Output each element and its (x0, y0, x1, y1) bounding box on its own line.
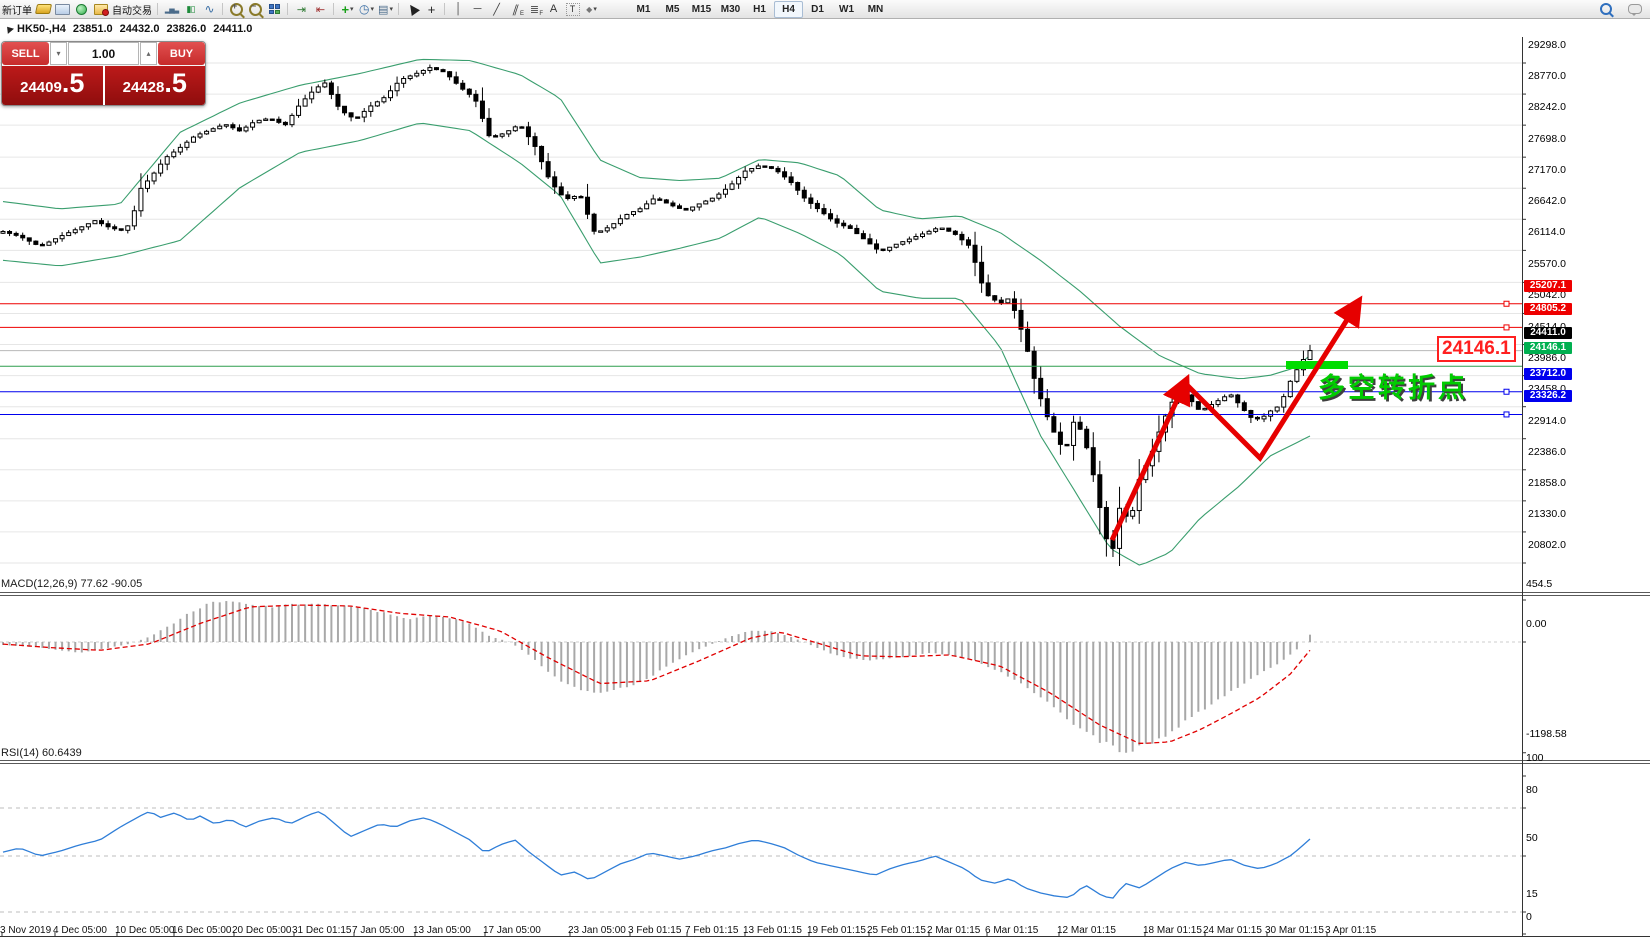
signals-icon[interactable] (72, 1, 91, 17)
new-order-button[interactable]: 新订单 (0, 2, 34, 17)
toolbar-separator (444, 3, 446, 15)
tab-timeframe-D1[interactable]: D1 (803, 1, 832, 18)
tab-timeframe-M30[interactable]: M30 (716, 1, 745, 18)
chat-icon[interactable] (1625, 1, 1644, 17)
buy-price-int: 24428 (122, 79, 165, 96)
mt4-terminal-window: 新订单 自动交易 M1M5M15M30H1H4D1W1MN (0, 0, 1650, 943)
timeframe-toolbar: M1 M5 M15 M30 H1 H4 D1 W1 MN (629, 0, 890, 18)
tab-timeframe-M5[interactable]: M5 (658, 1, 687, 18)
toolbar-separator (222, 3, 224, 15)
channel-icon[interactable] (506, 1, 525, 17)
cursor-icon[interactable] (403, 1, 422, 17)
tab-timeframe-M1[interactable]: M1 (629, 1, 658, 18)
toolbar-separator (398, 3, 400, 15)
publish-chart-icon[interactable] (53, 1, 72, 17)
autotrading-icon[interactable] (91, 1, 110, 17)
sell-price[interactable]: 24409.5 (2, 66, 103, 105)
trendline-icon[interactable] (487, 1, 506, 17)
text-icon[interactable] (544, 1, 563, 17)
tab-timeframe-MN[interactable]: MN (861, 1, 890, 18)
zoom-out-icon[interactable] (246, 1, 265, 17)
zoom-in-icon[interactable] (227, 1, 246, 17)
templates-icon[interactable] (376, 1, 395, 17)
toolbar-separator (287, 3, 289, 15)
buy-price[interactable]: 24428.5 (104, 66, 205, 105)
crosshair-icon[interactable] (422, 1, 441, 17)
chart-canvas[interactable] (0, 18, 1650, 943)
vertical-line-icon[interactable] (449, 1, 468, 17)
auto-scroll-icon[interactable] (292, 1, 311, 17)
toolbar-separator (333, 3, 335, 15)
text-label-icon[interactable] (563, 1, 582, 17)
volume-input[interactable]: 1.00 (68, 42, 139, 65)
candlestick-chart-icon[interactable] (181, 1, 200, 17)
tab-timeframe-H4[interactable]: H4 (774, 0, 803, 18)
sell-price-frac: .5 (61, 68, 85, 98)
tab-timeframe-W1[interactable]: W1 (832, 1, 861, 18)
fibonacci-icon[interactable] (525, 1, 544, 17)
volume-increase-button[interactable] (140, 42, 157, 65)
buy-price-frac: .5 (164, 68, 187, 98)
bar-chart-icon[interactable] (162, 1, 181, 17)
gold-icon[interactable] (34, 1, 53, 17)
arrows-icon[interactable] (582, 1, 601, 17)
chart-shift-icon[interactable] (311, 1, 330, 17)
autotrading-button[interactable]: 自动交易 (110, 2, 154, 17)
sell-price-int: 24409 (20, 79, 62, 96)
one-click-trading-panel[interactable]: SELL 1.00 BUY 24409.5 24428.5 (1, 41, 206, 106)
add-indicator-icon[interactable] (338, 1, 357, 17)
top-toolbar: 新订单 自动交易 M1M5M15M30H1H4D1W1MN (0, 0, 1650, 19)
sell-button[interactable]: SELL (2, 42, 49, 65)
horizontal-line-icon[interactable] (468, 1, 487, 17)
line-chart-icon[interactable] (200, 1, 219, 17)
toolbar-separator (157, 3, 159, 15)
tab-timeframe-H1[interactable]: H1 (745, 1, 774, 18)
volume-decrease-button[interactable] (50, 42, 67, 65)
buy-button[interactable]: BUY (158, 42, 205, 65)
tile-windows-icon[interactable] (265, 1, 284, 17)
periods-icon[interactable] (357, 1, 376, 17)
search-icon[interactable] (1596, 1, 1615, 17)
tab-timeframe-M15[interactable]: M15 (687, 1, 716, 18)
